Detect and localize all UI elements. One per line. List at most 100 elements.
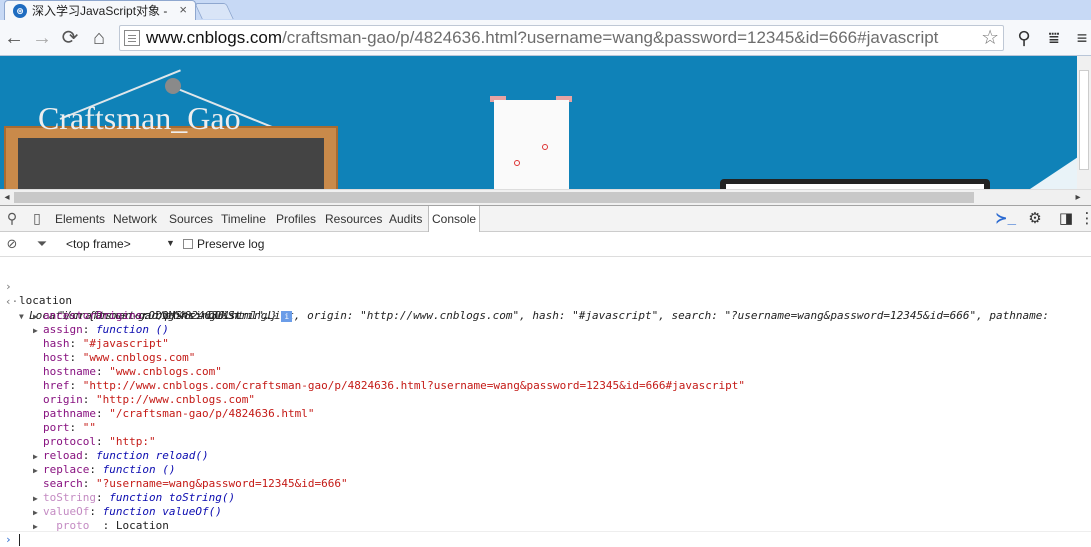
page-viewport: Craftsman_Gao: [0, 56, 1091, 189]
expand-triangle-icon[interactable]: ▶: [33, 310, 43, 324]
console-drawer-icon[interactable]: ≻_: [995, 209, 1016, 229]
tab-title: 深入学习JavaScript对象 -: [32, 4, 168, 18]
property-row[interactable]: ▶ replace: function (): [33, 463, 175, 478]
property-row[interactable]: ▶ assign: function (): [33, 323, 169, 338]
scroll-right-icon[interactable]: ▸: [1071, 190, 1085, 206]
property-row: pathname: "/craftsman-gao/p/4824636.html…: [33, 407, 315, 422]
settings-gear-icon[interactable]: ⚙: [1025, 209, 1045, 229]
property-key: reload: [43, 449, 83, 462]
inspect-search-icon[interactable]: ⚲: [3, 209, 21, 227]
summary-key: hash:: [532, 309, 573, 322]
property-key: ancestorOrigins: [43, 309, 143, 322]
preserve-log-checkbox[interactable]: [183, 239, 193, 249]
property-row: origin: "http://www.cnblogs.com": [33, 393, 255, 408]
blog-banner-title[interactable]: Craftsman_Gao: [38, 100, 241, 137]
expand-triangle-icon[interactable]: ▶: [33, 464, 43, 478]
summary-value: "http://www.cnblogs.com": [360, 309, 520, 322]
property-row: protocol: "http:": [33, 435, 156, 450]
clear-console-icon[interactable]: ⊘: [4, 236, 20, 252]
tab-timeline[interactable]: Timeline: [221, 206, 266, 232]
property-value: "www.cnblogs.com": [109, 365, 222, 378]
expand-triangle-icon[interactable]: ▶: [33, 506, 43, 520]
device-mode-icon[interactable]: ▯: [28, 209, 46, 227]
more-options-icon[interactable]: ⋮: [1077, 209, 1091, 229]
property-value: "/craftsman-gao/p/4824636.html": [109, 407, 315, 420]
paper-dot: [542, 144, 548, 150]
back-arrow-icon[interactable]: ←: [2, 26, 26, 50]
property-colon: :: [142, 309, 156, 322]
property-key: hash: [43, 337, 70, 350]
property-key: assign: [43, 323, 83, 336]
url-path: /craftsman-gao/p/4824636.html?username=w…: [282, 28, 939, 47]
tab-resources[interactable]: Resources: [325, 206, 382, 232]
property-value: "www.cnblogs.com": [82, 351, 196, 364]
property-row[interactable]: ▶ toString: function toString(): [33, 491, 235, 506]
chevron-down-icon[interactable]: ▼: [166, 238, 175, 248]
property-value: function reload(): [96, 449, 209, 462]
property-value: "http://www.cnblogs.com/craftsman-gao/p/…: [82, 379, 746, 392]
address-bar[interactable]: www.cnblogs.com/craftsman-gao/p/4824636.…: [119, 25, 1004, 51]
output-prompt-icon: ‹·: [5, 295, 19, 308]
property-key: protocol: [43, 435, 96, 448]
tab-console[interactable]: Console: [428, 206, 481, 232]
property-row[interactable]: ▶ ancestorOrigins: DOMStringList: [33, 309, 242, 324]
summary-key: pathname:: [989, 309, 1056, 322]
tab-elements[interactable]: Elements: [55, 206, 105, 232]
extension-icon[interactable]: ⚲: [1012, 26, 1036, 50]
console-prompt-line[interactable]: ›: [0, 531, 1091, 547]
expand-triangle-icon[interactable]: ▶: [33, 450, 43, 464]
info-icon[interactable]: i: [281, 310, 293, 322]
bookmark-star-icon[interactable]: ☆: [981, 26, 999, 50]
tab-close-icon[interactable]: ×: [179, 2, 187, 17]
vertical-scrollbar-thumb[interactable]: [1079, 70, 1089, 170]
reload-icon[interactable]: ⟳: [58, 26, 82, 50]
frame-select[interactable]: <top frame>: [66, 237, 131, 251]
property-colon: :: [69, 337, 83, 350]
extension-2-icon[interactable]: ⩸: [1042, 26, 1066, 50]
expand-triangle-icon[interactable]: ▶: [33, 492, 43, 506]
tab-audits[interactable]: Audits: [389, 206, 422, 232]
tab-profiles[interactable]: Profiles: [276, 206, 316, 232]
summary-separator: ,: [658, 309, 672, 322]
summary-separator: ,: [976, 309, 990, 322]
new-tab-button[interactable]: [194, 3, 234, 19]
home-icon[interactable]: ⌂: [87, 26, 111, 50]
browser-tab[interactable]: ⊛ 深入学习JavaScript对象 - ×: [4, 0, 196, 20]
property-key: valueOf: [43, 505, 90, 518]
tab-network[interactable]: Network: [113, 206, 157, 232]
filter-funnel-icon[interactable]: ⏷: [34, 236, 50, 252]
page-info-icon[interactable]: [124, 30, 140, 46]
property-colon: :: [95, 491, 110, 504]
property-row: host: "www.cnblogs.com": [33, 351, 195, 366]
property-row: port: "": [33, 421, 96, 436]
forward-arrow-icon[interactable]: →: [30, 26, 54, 50]
preserve-log-label: Preserve log: [197, 237, 265, 251]
summary-separator: ,: [293, 309, 308, 322]
property-key: search: [43, 477, 83, 490]
summary-separator: ,: [519, 309, 533, 322]
property-value: "?username=wang&password=12345&id=666": [96, 477, 348, 490]
scroll-left-icon[interactable]: ◂: [0, 190, 14, 206]
dock-side-icon[interactable]: ◨: [1056, 209, 1076, 229]
tab-sources[interactable]: Sources: [169, 206, 213, 232]
expand-triangle-icon[interactable]: ▶: [33, 324, 43, 338]
property-colon: :: [82, 477, 96, 490]
property-row[interactable]: ▶ valueOf: function valueOf(): [33, 505, 222, 520]
laptop-illustration: [720, 179, 990, 189]
property-colon: :: [82, 393, 96, 406]
horizontal-scrollbar[interactable]: ◂ ▸: [0, 189, 1091, 205]
vertical-scrollbar[interactable]: [1077, 56, 1091, 189]
property-row[interactable]: ▶ reload: function reload(): [33, 449, 209, 464]
property-row: hostname: "www.cnblogs.com": [33, 365, 222, 380]
horizontal-scrollbar-thumb[interactable]: [14, 192, 974, 203]
summary-value: "#javascript": [572, 309, 659, 322]
menu-icon[interactable]: ≡: [1070, 26, 1091, 50]
